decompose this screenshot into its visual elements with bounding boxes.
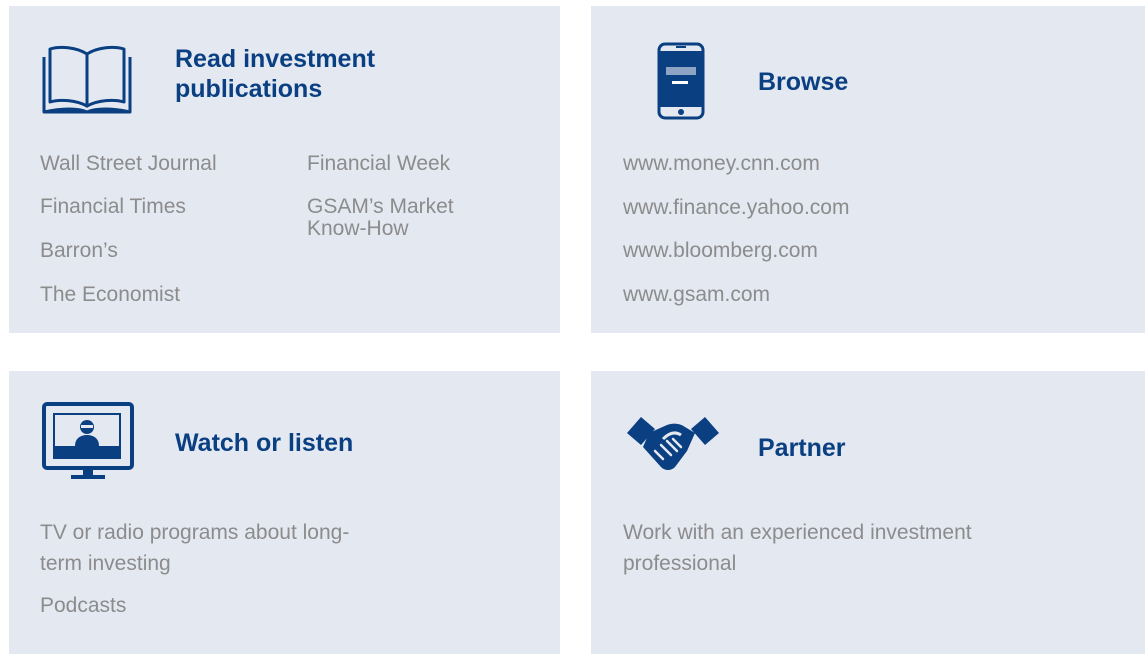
list-item: Podcasts [40, 594, 127, 617]
handshake-icon [627, 417, 719, 470]
card-title: Read investment publications [175, 44, 375, 104]
tv-presenter-icon [42, 402, 134, 479]
card-title: Partner [758, 434, 846, 462]
list-item: The Economist [40, 283, 181, 306]
list-item: Wall Street Journal [40, 152, 217, 175]
smartphone-icon [657, 42, 705, 120]
title-line-1: Read investment [175, 45, 376, 73]
card-title: Browse [758, 68, 849, 96]
list-item: Financial Times [40, 195, 186, 218]
card-title: Watch or listen [175, 429, 354, 457]
list-item: www.bloomberg.com [623, 239, 818, 262]
list-item: Barron’s [40, 239, 118, 262]
list-item: TV or radio programs about long-term inv… [40, 521, 350, 575]
card-partner: Partner Work with an experienced investm… [591, 371, 1145, 654]
card-watch-or-listen: Watch or listen TV or radio programs abo… [9, 371, 560, 654]
list-item: Financial Week [307, 152, 451, 175]
list-item: www.gsam.com [623, 283, 771, 306]
list-item: Work with an experienced investment prof… [623, 521, 972, 575]
open-book-icon [42, 45, 132, 114]
card-browse: Browse www.money.cnn.com www.finance.yah… [591, 6, 1145, 333]
list-item: www.finance.yahoo.com [623, 196, 850, 219]
list-item: GSAM’s Market Know-How [307, 195, 454, 240]
card-read-publications: Read investment publications Wall Street… [9, 6, 560, 333]
title-line-2: publications [175, 75, 323, 103]
list-item: www.money.cnn.com [623, 152, 820, 175]
